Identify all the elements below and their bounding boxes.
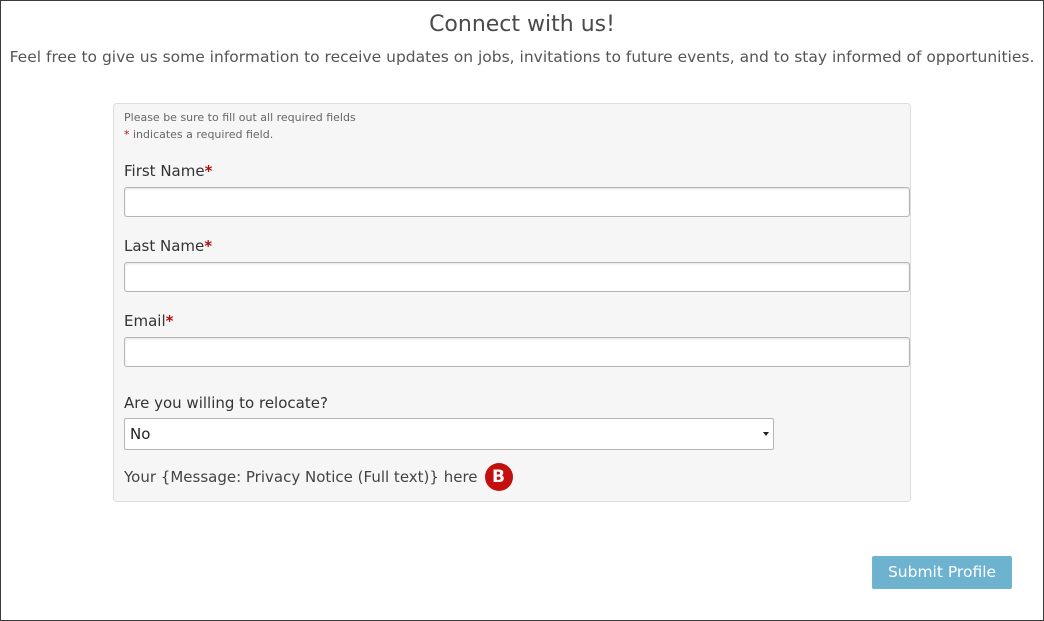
last-name-label-text: Last Name xyxy=(124,237,205,255)
intro-text: Feel free to give us some information to… xyxy=(9,48,1035,66)
caret-down-icon xyxy=(763,432,769,436)
relocate-label: Are you willing to relocate? xyxy=(124,394,328,412)
relocate-selected-value: No xyxy=(130,425,151,443)
page-frame: Connect with us! Feel free to give us so… xyxy=(0,0,1044,621)
relocate-select[interactable]: No xyxy=(124,418,774,450)
last-name-input[interactable] xyxy=(124,262,910,292)
profile-form: Please be sure to fill out all required … xyxy=(113,103,911,502)
last-name-label: Last Name* xyxy=(124,236,212,256)
first-name-input[interactable] xyxy=(124,187,910,217)
required-asterisk: * xyxy=(165,312,174,330)
required-indicator-text: indicates a required field. xyxy=(129,128,274,141)
email-input[interactable] xyxy=(124,337,910,367)
submit-profile-button[interactable]: Submit Profile xyxy=(872,556,1012,589)
first-name-label: First Name* xyxy=(124,161,212,181)
required-asterisk: * xyxy=(204,162,213,180)
required-asterisk: * xyxy=(204,237,213,255)
privacy-notice-text: Your {Message: Privacy Notice (Full text… xyxy=(124,468,478,486)
b-badge-icon[interactable]: B xyxy=(484,463,513,491)
email-label: Email* xyxy=(124,311,173,331)
required-indicator-note: * indicates a required field. xyxy=(124,128,273,142)
required-fields-note: Please be sure to fill out all required … xyxy=(124,111,356,124)
page-title: Connect with us! xyxy=(429,12,615,37)
privacy-notice: Your {Message: Privacy Notice (Full text… xyxy=(124,463,513,491)
first-name-label-text: First Name xyxy=(124,162,205,180)
email-label-text: Email xyxy=(124,312,166,330)
